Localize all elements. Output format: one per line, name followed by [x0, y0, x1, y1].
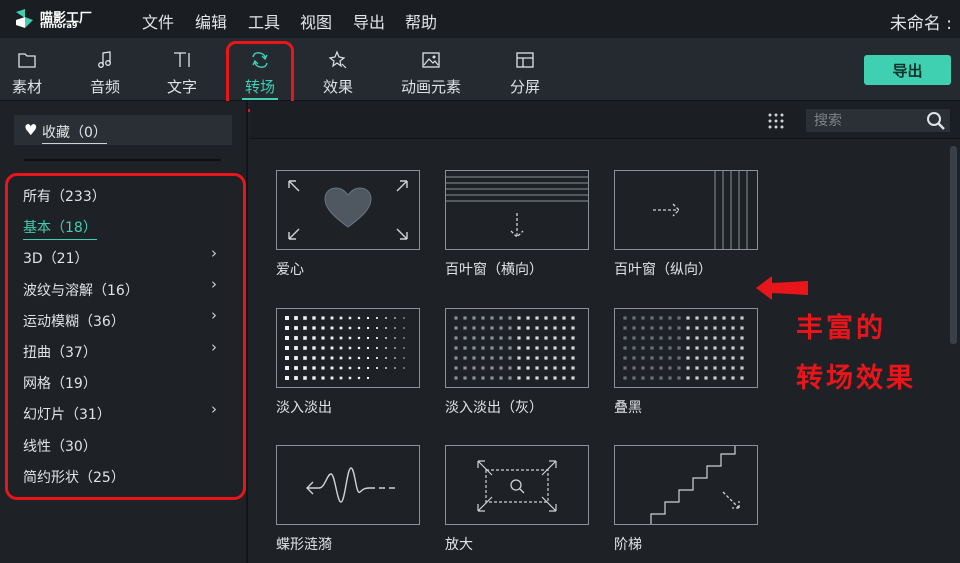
tab-audio-label: 音频	[89, 78, 120, 96]
category-3d[interactable]: 3D（21）	[23, 248, 89, 268]
folder-icon	[9, 50, 45, 74]
blinds-horizontal-icon	[445, 170, 589, 250]
project-title: 未命名 :	[889, 14, 952, 34]
fade-dots-icon	[276, 308, 420, 388]
transition-label: 蝶形涟漪	[276, 537, 332, 553]
tab-split-screen-label: 分屏	[509, 78, 540, 96]
transition-label: 阶梯	[614, 537, 642, 553]
filmora-logo-icon	[16, 9, 33, 28]
text-icon	[164, 50, 200, 74]
tab-text-label: 文字	[166, 78, 197, 96]
category-simple-shapes[interactable]: 简约形状（25）	[23, 467, 125, 487]
content-scrollbar[interactable]	[950, 146, 957, 344]
transition-card-zoom[interactable]: 放大	[445, 445, 589, 554]
export-button[interactable]: 导出	[864, 55, 951, 85]
chevron-right-icon[interactable]: ›	[211, 338, 217, 356]
annotation-text-line1: 丰富的	[796, 313, 886, 344]
chevron-right-icon[interactable]: ›	[211, 306, 217, 324]
tab-media-label: 素材	[11, 78, 42, 96]
transition-label: 放大	[445, 537, 473, 553]
app-brand-sub: filmora9	[40, 21, 78, 30]
transition-label: 百叶窗（横向）	[445, 262, 543, 278]
tab-media[interactable]: 素材	[9, 50, 45, 97]
transition-label: 百叶窗（纵向）	[614, 262, 712, 278]
category-motion-blur[interactable]: 运动模糊（36）	[23, 311, 125, 331]
split-screen-icon	[507, 50, 543, 74]
category-slideshow[interactable]: 幻灯片（31）	[23, 404, 111, 424]
tab-effects-label: 效果	[322, 78, 353, 96]
image-icon	[397, 50, 465, 74]
tab-audio[interactable]: 音频	[87, 50, 123, 97]
category-grid[interactable]: 网格（19）	[23, 373, 97, 393]
menu-export[interactable]: 导出	[353, 9, 385, 33]
menu-file[interactable]: 文件	[142, 9, 174, 33]
favorites-item[interactable]: ♥ 收藏（0）	[14, 115, 232, 145]
menu-tools[interactable]: 工具	[248, 9, 280, 33]
stairs-icon	[614, 445, 758, 525]
tab-effects[interactable]: 效果	[320, 50, 356, 97]
category-sidebar: ♥ 收藏（0） 所有（233） 基本（18） 3D（21） › 波纹与溶解（16…	[0, 101, 248, 563]
grid-view-icon[interactable]	[768, 113, 784, 133]
transition-icon	[242, 50, 278, 74]
fade-gray-dots-icon	[445, 308, 589, 388]
zoom-in-icon	[445, 445, 589, 525]
category-warp[interactable]: 扭曲（37）	[23, 342, 97, 362]
tab-transitions-label: 转场	[242, 76, 278, 100]
menu-bar: 喵影工厂 filmora9 文件 编辑 工具 视图 导出 帮助 未命名 :	[0, 0, 960, 38]
category-all[interactable]: 所有（233）	[23, 186, 106, 206]
transition-card-ripple[interactable]: 蝶形涟漪	[276, 445, 420, 554]
chevron-right-icon[interactable]: ›	[211, 275, 217, 293]
heart-icon: ♥	[24, 121, 38, 139]
music-note-icon	[87, 50, 123, 74]
favorites-label: 收藏（0）	[42, 122, 107, 144]
transition-card-blinds-vertical[interactable]: 百叶窗（纵向）	[614, 170, 758, 279]
category-ripple-dissolve[interactable]: 波纹与溶解（16）	[23, 280, 139, 300]
menu-edit[interactable]: 编辑	[195, 9, 227, 33]
transition-card-dip-to-black[interactable]: 叠黑	[614, 308, 758, 417]
chevron-right-icon[interactable]: ›	[211, 244, 217, 262]
transitions-grid: 爱心 百叶窗（横向） 百叶窗（纵向） 淡入淡出 淡入淡出（灰） 叠黑 蝶形涟漪 …	[250, 140, 950, 563]
tab-elements[interactable]: 动画元素	[397, 50, 465, 97]
transition-label: 淡入淡出	[276, 400, 332, 416]
transition-label: 淡入淡出（灰）	[445, 400, 543, 416]
category-basic[interactable]: 基本（18）	[23, 217, 97, 240]
transition-card-fade-gray[interactable]: 淡入淡出（灰）	[445, 308, 589, 417]
media-toolbar: 素材 音频 文字 转场 效果 动画元素 分屏	[0, 38, 960, 101]
transition-card-stairs[interactable]: 阶梯	[614, 445, 758, 554]
chevron-right-icon[interactable]: ›	[211, 400, 217, 418]
heart-transition-icon	[276, 170, 420, 250]
app-logo: 喵影工厂 filmora9	[14, 6, 104, 32]
annotation-arrow-icon	[756, 276, 808, 300]
tab-split-screen[interactable]: 分屏	[507, 50, 543, 97]
transition-card-blinds-horizontal[interactable]: 百叶窗（横向）	[445, 170, 589, 279]
transition-label: 爱心	[276, 262, 304, 278]
content-header	[250, 101, 960, 139]
search-box	[805, 108, 951, 133]
tab-text[interactable]: 文字	[164, 50, 200, 97]
category-linear[interactable]: 线性（30）	[23, 436, 97, 456]
effects-icon	[320, 50, 356, 74]
ripple-wave-icon	[276, 445, 420, 525]
dip-to-black-icon	[614, 308, 758, 388]
annotation-text-line2: 转场效果	[796, 363, 916, 394]
tab-transitions[interactable]: 转场	[242, 50, 278, 100]
blinds-vertical-icon	[614, 170, 758, 250]
search-input[interactable]	[806, 109, 924, 132]
transition-card-fade[interactable]: 淡入淡出	[276, 308, 420, 417]
menu-help[interactable]: 帮助	[405, 9, 437, 33]
menu-view[interactable]: 视图	[300, 9, 332, 33]
search-icon[interactable]	[926, 111, 946, 135]
tab-elements-label: 动画元素	[400, 78, 461, 96]
sidebar-divider	[24, 159, 221, 161]
transition-card-heart[interactable]: 爱心	[276, 170, 420, 279]
transition-label: 叠黑	[614, 400, 642, 416]
